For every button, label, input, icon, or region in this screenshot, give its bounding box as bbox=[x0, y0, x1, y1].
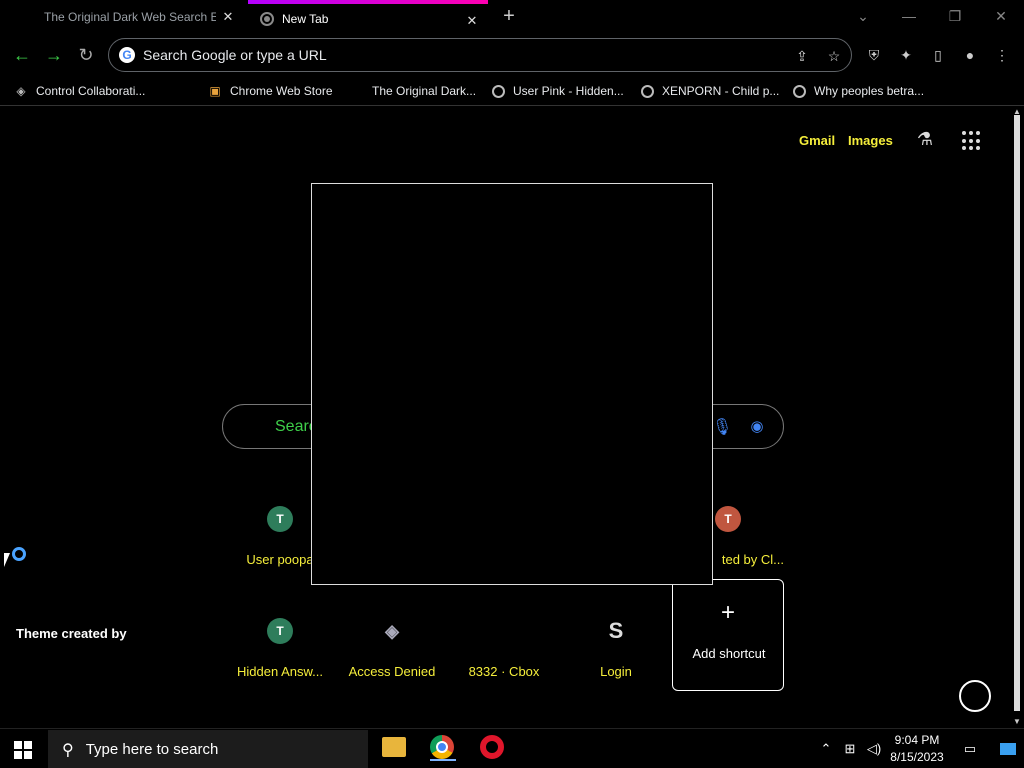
volume-icon[interactable]: ◁) bbox=[864, 729, 884, 768]
bookmark-item[interactable]: ◈ Control Collaborati... bbox=[14, 82, 145, 100]
shortcut-tile[interactable]: ◈ Access Denied bbox=[336, 598, 448, 710]
bookmark-label: User Pink - Hidden... bbox=[513, 84, 624, 98]
globe-icon bbox=[793, 84, 806, 98]
bookmark-label: The Original Dark... bbox=[372, 84, 477, 98]
apps-grid-icon[interactable] bbox=[962, 131, 982, 151]
toolbar: ← → ↻ G Search Google or type a URL ⇪ ☆ … bbox=[0, 34, 1024, 76]
shortcut-tile[interactable]: 8332 · Cbox bbox=[448, 598, 560, 710]
bookmark-item[interactable]: The Original Dark... bbox=[372, 82, 476, 100]
mouse-cursor-icon bbox=[4, 553, 16, 567]
new-tab-page: Gmail Images ⚗ Searc 🎙 ◉ T User poopa T … bbox=[0, 107, 1010, 727]
windows-taskbar: ⚲ Type here to search ⌃ ⊞ ◁) 9:04 PM 8/1… bbox=[0, 728, 1024, 768]
app-icon: ◈ bbox=[16, 84, 26, 98]
share-icon[interactable]: ⇪ bbox=[793, 47, 811, 65]
chrome-taskbar-icon[interactable] bbox=[430, 735, 456, 761]
tab-new-tab[interactable]: New Tab ✕ bbox=[248, 0, 488, 34]
bookmark-label: Chrome Web Store bbox=[230, 84, 333, 98]
back-button[interactable]: ← bbox=[10, 43, 34, 67]
clock-date: 8/15/2023 bbox=[890, 750, 944, 764]
labs-flask-icon[interactable]: ⚗ bbox=[914, 129, 936, 151]
shortcut-letter-icon: T bbox=[267, 618, 293, 644]
tab-title: The Original Dark Web Search En bbox=[44, 10, 216, 24]
ublock-shield-icon[interactable]: ⛨ bbox=[864, 45, 884, 65]
chrome-icon bbox=[260, 12, 274, 26]
google-icon: G bbox=[119, 47, 135, 63]
images-link[interactable]: Images bbox=[848, 133, 893, 148]
bookmark-label: Control Collaborati... bbox=[36, 84, 146, 98]
taskbar-search-placeholder: Type here to search bbox=[85, 741, 219, 758]
clock-time: 9:04 PM bbox=[894, 733, 940, 747]
forward-button[interactable]: → bbox=[42, 43, 66, 67]
globe-icon bbox=[492, 84, 505, 98]
omnibox-placeholder: Search Google or type a URL bbox=[143, 47, 327, 63]
shortcut-label: 8332 · Cbox bbox=[468, 664, 540, 679]
new-tab-button[interactable]: + bbox=[498, 6, 520, 28]
shortcut-tile[interactable]: T Hidden Answ... bbox=[224, 598, 336, 710]
robot-favicon-icon: ◈ bbox=[379, 618, 405, 644]
shortcut-label: Hidden Answ... bbox=[237, 664, 323, 679]
add-shortcut-button[interactable]: + Add shortcut bbox=[672, 579, 784, 691]
bookmark-label: XENPORN - Child p... bbox=[662, 84, 780, 98]
google-lens-icon[interactable]: ◉ bbox=[747, 417, 767, 437]
close-tab-icon[interactable]: ✕ bbox=[464, 13, 480, 29]
close-window-button[interactable]: ✕ bbox=[986, 4, 1016, 28]
scroll-down-icon[interactable]: ▼ bbox=[1012, 717, 1022, 726]
tab-title: New Tab bbox=[282, 12, 329, 26]
bookmark-label: Why peoples betra... bbox=[814, 84, 925, 98]
bookmarks-bar: ◈ Control Collaborati... ▣ Chrome Web St… bbox=[0, 76, 1024, 106]
scrollbar[interactable]: ▲ ▼ bbox=[1010, 107, 1024, 727]
network-icon[interactable]: ⊞ bbox=[840, 729, 860, 768]
scroll-up-icon[interactable]: ▲ bbox=[1012, 107, 1022, 116]
shortcut-label: Login bbox=[600, 664, 632, 679]
shortcut-tile[interactable]: S Login bbox=[560, 598, 672, 710]
scroll-thumb[interactable] bbox=[1014, 115, 1020, 711]
profile-avatar-icon[interactable]: ● bbox=[960, 45, 980, 65]
bookmark-item[interactable]: ▣ Chrome Web Store bbox=[208, 82, 333, 100]
taskbar-search-box[interactable]: ⚲ Type here to search bbox=[48, 730, 368, 768]
minimize-button[interactable]: — bbox=[894, 4, 924, 28]
extensions-puzzle-icon[interactable]: ✦ bbox=[896, 45, 916, 65]
restore-button[interactable]: ❐ bbox=[940, 4, 970, 28]
shortcut-label: Access Denied bbox=[348, 664, 436, 679]
microphone-icon[interactable]: 🎙 bbox=[712, 417, 732, 437]
bookmark-star-icon[interactable]: ☆ bbox=[825, 47, 843, 65]
shortcut-letter-icon: T bbox=[715, 506, 741, 532]
side-panel-icon[interactable]: ▯ bbox=[928, 45, 948, 65]
customize-chrome-button[interactable] bbox=[959, 680, 991, 712]
plus-icon: + bbox=[720, 599, 735, 626]
bookmark-item[interactable]: Why peoples betra... bbox=[793, 82, 924, 100]
opera-icon[interactable] bbox=[480, 735, 506, 761]
theme-credit: Theme created by bbox=[16, 626, 127, 641]
system-clock[interactable]: 9:04 PM 8/15/2023 bbox=[888, 732, 946, 766]
tab-dark-web-search[interactable]: The Original Dark Web Search En ✕ bbox=[34, 0, 244, 34]
web-store-icon: ▣ bbox=[209, 84, 221, 98]
bookmark-item[interactable]: XENPORN - Child p... bbox=[641, 82, 779, 100]
notifications-icon[interactable]: ▭ bbox=[958, 729, 982, 768]
tray-overflow-chevron-icon[interactable]: ⌃ bbox=[816, 729, 836, 768]
add-shortcut-label: Add shortcut bbox=[692, 646, 766, 661]
blank-overlay-panel bbox=[311, 183, 713, 585]
globe-icon bbox=[641, 84, 654, 98]
gmail-link[interactable]: Gmail bbox=[799, 133, 835, 148]
bookmark-item[interactable]: User Pink - Hidden... bbox=[492, 82, 624, 100]
tab-strip: The Original Dark Web Search En ✕ New Ta… bbox=[0, 0, 1024, 34]
tab-search-chevron-icon[interactable]: ⌄ bbox=[848, 4, 878, 28]
show-desktop-icon[interactable] bbox=[1000, 729, 1020, 768]
search-icon: ⚲ bbox=[62, 741, 74, 759]
chrome-menu-icon[interactable]: ⋮ bbox=[992, 45, 1012, 65]
shortcut-letter-icon: T bbox=[267, 506, 293, 532]
cbox-favicon-icon bbox=[491, 618, 517, 644]
windows-start-button[interactable] bbox=[14, 741, 32, 759]
file-explorer-icon[interactable] bbox=[382, 737, 406, 757]
reload-button[interactable]: ↻ bbox=[74, 43, 98, 67]
close-tab-icon[interactable]: ✕ bbox=[220, 9, 236, 25]
shortcut-letter-icon: S bbox=[603, 618, 629, 644]
omnibox[interactable]: G Search Google or type a URL ⇪ ☆ bbox=[108, 38, 852, 72]
